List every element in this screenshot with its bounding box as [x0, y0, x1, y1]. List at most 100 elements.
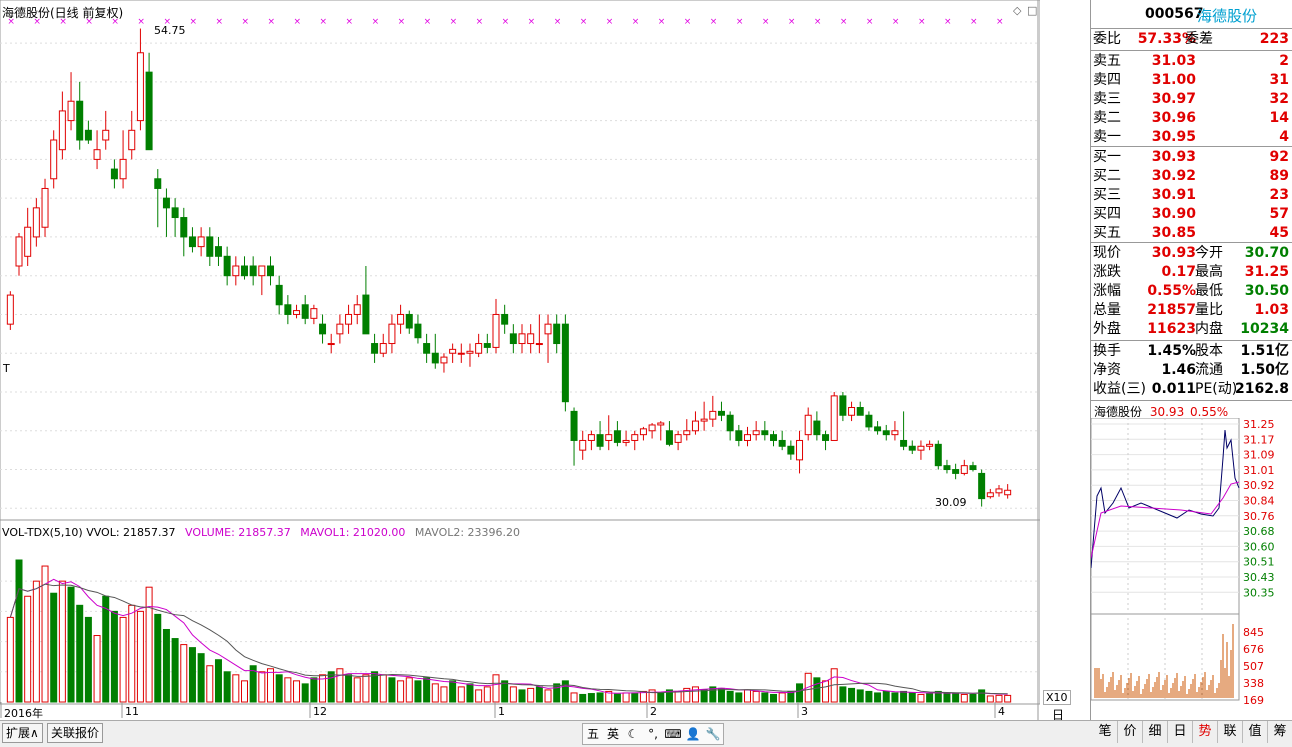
volume-bar — [119, 616, 127, 703]
panel-tab-0[interactable]: 笔 — [1093, 721, 1118, 743]
candle-body — [761, 430, 769, 436]
mini-price-tick: 30.60 — [1243, 540, 1275, 553]
volume-bar — [570, 692, 578, 703]
volume-bar — [84, 616, 92, 703]
volume-bar — [362, 674, 370, 703]
volume-indicator-header: VOL-TDX(5,10) VVOL: 21857.37 VOLUME: 218… — [2, 526, 520, 539]
candle-body — [180, 217, 188, 238]
volume-bar — [960, 693, 968, 703]
stat-value: 1.50亿 — [1240, 362, 1289, 378]
candle-body — [50, 139, 58, 180]
ime-icon-2[interactable]: ☾ — [623, 724, 643, 744]
ime-icon-1[interactable]: 英 — [603, 724, 623, 744]
max-price-label: 54.75 — [154, 24, 186, 37]
order-price: 30.92 — [1151, 168, 1196, 184]
volume-bar — [969, 693, 977, 703]
ime-toolbar[interactable]: 五英 ☾ °, ⌨ 👤 🔧 — [582, 723, 724, 745]
candle-body — [353, 304, 361, 315]
candle-body — [891, 430, 899, 436]
order-volume: 2 — [1279, 53, 1289, 69]
panel-tab-4[interactable]: 势 — [1193, 721, 1218, 743]
ime-icon-5[interactable]: 👤 — [683, 724, 703, 744]
mini-title: 海德股份 — [1094, 405, 1143, 419]
volume-bar — [778, 692, 786, 703]
volume-bar — [58, 580, 66, 703]
mavol2-value: MAVOL2: 23396.20 — [414, 526, 521, 539]
panel-tab-1[interactable]: 价 — [1118, 721, 1143, 743]
candle-body — [770, 434, 778, 441]
candle-body — [804, 414, 812, 436]
order-price: 30.93 — [1151, 149, 1196, 165]
candle-body — [969, 465, 977, 471]
candle-body — [405, 313, 413, 329]
signal-marker: × — [632, 17, 640, 27]
intraday-chart[interactable]: 31.25 31.17 31.09 31.01 30.92 30.84 30.76 30.68… — [1091, 418, 1292, 718]
volume-bar — [622, 692, 630, 703]
order-volume: 92 — [1269, 149, 1289, 165]
stat-label: 外盘 — [1093, 321, 1121, 337]
candle-body — [206, 236, 214, 257]
candle-body — [587, 434, 595, 441]
panel-tab-3[interactable]: 日 — [1168, 721, 1193, 743]
volume-bar — [587, 693, 595, 703]
indicator-name[interactable]: VOL-TDX(5,10) — [2, 526, 83, 539]
ime-icon-0[interactable]: 五 — [583, 724, 603, 744]
volume-bar — [180, 644, 188, 703]
panel-tab-7[interactable]: 筹 — [1268, 721, 1292, 743]
order-price: 31.00 — [1151, 72, 1196, 88]
candle-body — [1004, 489, 1012, 496]
candle-body — [267, 265, 275, 277]
signal-marker: × — [268, 17, 276, 27]
expand-button[interactable]: 扩展∧ — [2, 723, 43, 743]
candle-body — [232, 265, 240, 277]
stat-label: 收益(三) — [1093, 381, 1146, 397]
volume-bar — [145, 586, 153, 703]
ime-icon-4[interactable]: ⌨ — [663, 724, 683, 744]
volume-bar — [32, 580, 40, 703]
diamond-icon[interactable]: ◇ — [1013, 4, 1021, 17]
ime-icon-6[interactable]: 🔧 — [703, 724, 723, 744]
signal-marker: × — [918, 17, 926, 27]
volume-bar — [258, 671, 266, 703]
stat-row: 换手 1.45% 股本 1.51亿 — [1093, 342, 1291, 361]
stat-value: 0.17 — [1161, 264, 1196, 280]
volume-bar — [839, 686, 847, 703]
candle-body — [492, 313, 500, 348]
order-volume: 31 — [1269, 72, 1289, 88]
candle-body — [657, 422, 665, 426]
kline-svg[interactable]: 54.0052.0050.0048.0046.0044.0042.0040.00… — [0, 0, 1087, 720]
order-price: 30.96 — [1151, 110, 1196, 126]
stock-code: 000567 — [1145, 6, 1204, 22]
volume-bar — [926, 693, 934, 703]
signal-marker: × — [840, 17, 848, 27]
signal-marker: × — [788, 17, 796, 27]
related-quote-button[interactable]: 关联报价 — [47, 723, 104, 743]
panel-tab-5[interactable]: 联 — [1218, 721, 1243, 743]
webi-row: 委比 57.33% 委差 223 — [1093, 30, 1291, 49]
stat-label: 最高 — [1195, 264, 1223, 280]
candle-body — [275, 284, 283, 306]
candle-body — [319, 323, 327, 335]
date-label: 2 — [650, 705, 657, 718]
volume-bar — [700, 689, 708, 703]
candle-body — [414, 323, 422, 339]
ime-icon-3[interactable]: °, — [643, 724, 663, 744]
candle-body — [613, 430, 621, 443]
volume-bar — [596, 692, 604, 703]
panel-tab-2[interactable]: 细 — [1143, 721, 1168, 743]
volume-bar — [908, 692, 916, 703]
kline-chart[interactable]: 54.0052.0050.0048.0046.0044.0042.0040.00… — [0, 0, 1087, 739]
order-price: 30.97 — [1151, 91, 1196, 107]
panel-tab-6[interactable]: 值 — [1243, 721, 1268, 743]
volume-bar — [345, 674, 353, 703]
square-icon[interactable]: □ — [1027, 4, 1037, 17]
candle-body — [535, 343, 543, 346]
volume-bar — [6, 616, 14, 703]
date-label: 12 — [313, 705, 327, 718]
stat-row: 净资 1.46 流通 1.50亿 — [1093, 361, 1291, 380]
volume-bar — [674, 690, 682, 703]
signal-marker: × — [658, 17, 666, 27]
volume-bar — [475, 689, 483, 703]
order-price: 30.90 — [1151, 206, 1196, 222]
volume-bar — [553, 683, 561, 703]
